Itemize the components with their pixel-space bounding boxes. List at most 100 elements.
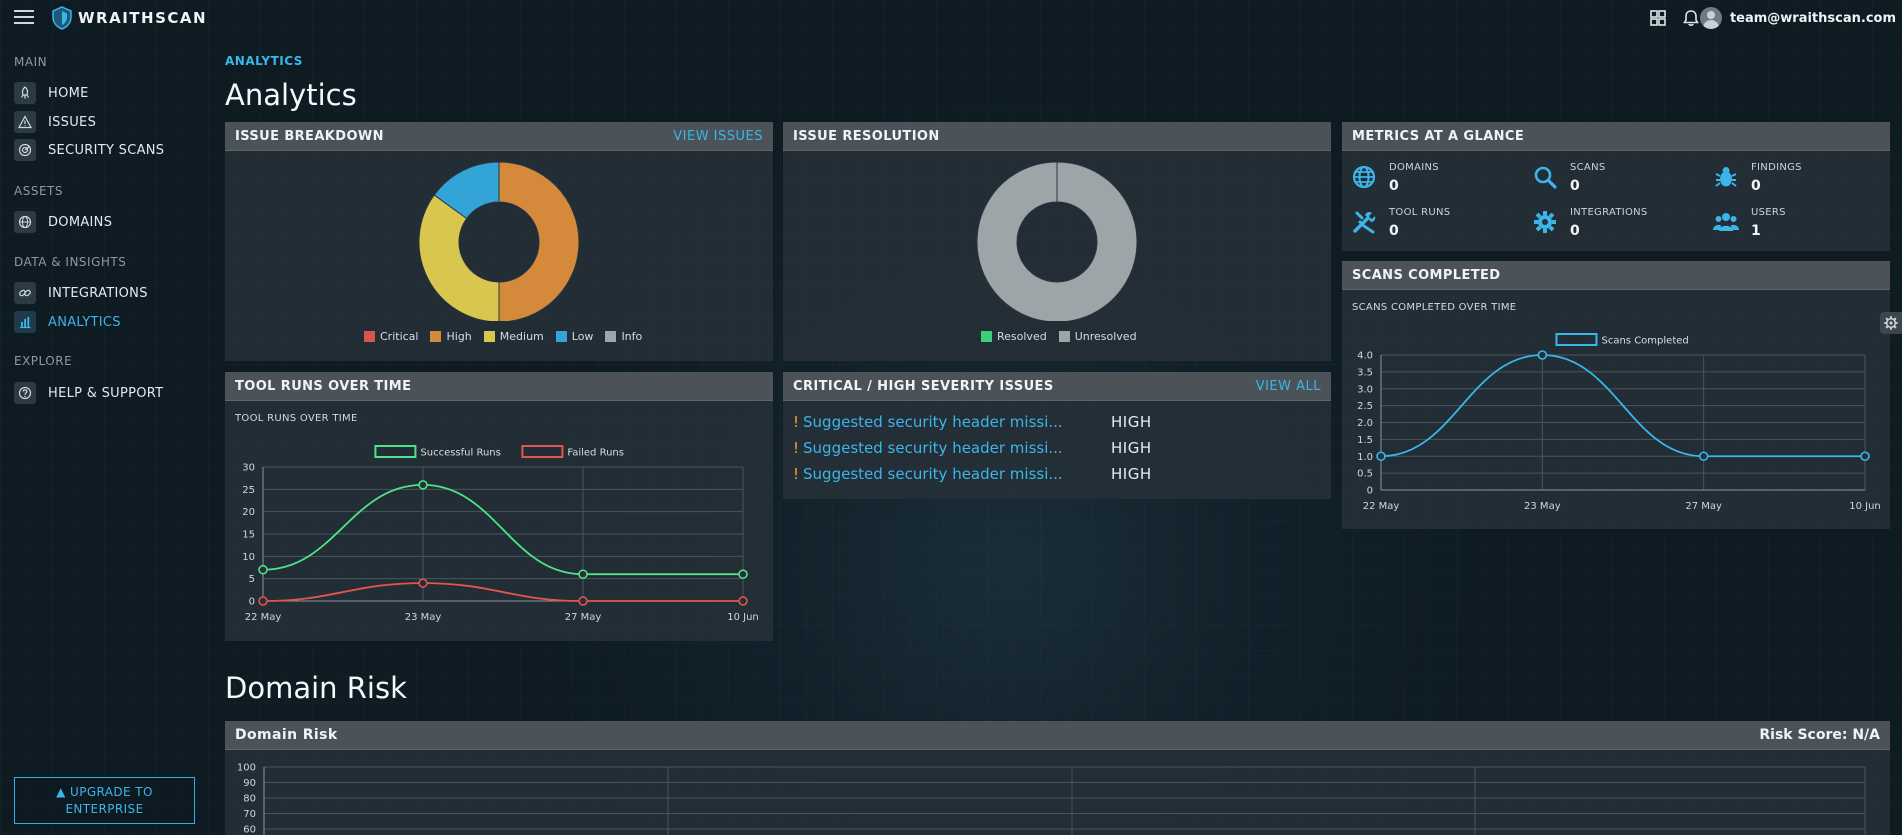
- donut-slice-unresolved: [976, 161, 1138, 321]
- user-menu[interactable]: team@wraithscan.com: [1699, 6, 1896, 30]
- legend-item-unresolved[interactable]: Unresolved: [1058, 330, 1137, 343]
- legend-label: High: [446, 330, 472, 343]
- question-icon: [14, 382, 36, 404]
- upgrade-label-line2: ENTERPRISE: [65, 801, 144, 816]
- legend-item-low[interactable]: Low: [555, 330, 594, 343]
- legend-item-failed-runs[interactable]: Failed Runs: [521, 445, 624, 459]
- app: WRAITHSCAN team@wraithscan.com MAIN HOME: [0, 0, 1902, 835]
- legend-swatch: [605, 331, 617, 342]
- nav-section-assets: ASSETS: [14, 184, 63, 198]
- x-tick-label: 10 Jun: [727, 612, 759, 623]
- metric-label: FINDINGS: [1751, 162, 1802, 173]
- x-tick-label: 27 May: [565, 612, 602, 623]
- data-point: [738, 596, 748, 606]
- critical-issues-panel: CRITICAL / HIGH SEVERITY ISSUES VIEW ALL…: [783, 372, 1331, 499]
- data-point: [418, 480, 428, 490]
- issue-resolution-donut: [976, 161, 1138, 321]
- nav-section-explore: EXPLORE: [14, 354, 73, 368]
- page-title: Analytics: [225, 78, 357, 112]
- view-all-link[interactable]: VIEW ALL: [1256, 379, 1321, 394]
- issue-severity: HIGH: [1111, 439, 1152, 457]
- data-point: [1860, 451, 1870, 462]
- sidebar-item-label: HOME: [48, 85, 89, 101]
- legend-item-medium[interactable]: Medium: [483, 330, 544, 343]
- data-point: [258, 564, 268, 575]
- x-tick-label: 27 May: [1685, 501, 1722, 512]
- upgrade-label-line1: UPGRADE TO: [70, 784, 153, 799]
- sidebar-item-analytics[interactable]: ANALYTICS: [14, 310, 194, 334]
- legend-label: Critical: [380, 330, 419, 343]
- issue-resolution-legend: Resolved Unresolved: [981, 330, 1137, 343]
- domain-risk-heading: Domain Risk: [225, 671, 407, 705]
- data-point: [738, 569, 748, 579]
- legend-swatch: [430, 331, 442, 342]
- legend-label: Unresolved: [1074, 330, 1137, 343]
- legend-label: Low: [571, 330, 594, 343]
- bell-icon[interactable]: [1681, 8, 1701, 28]
- legend-item-successful-runs[interactable]: Successful Runs: [374, 445, 501, 459]
- legend-item-high[interactable]: High: [430, 330, 472, 343]
- user-email: team@wraithscan.com: [1729, 10, 1896, 26]
- legend-item-resolved[interactable]: Resolved: [981, 330, 1047, 343]
- scans-completed-panel: SCANS COMPLETED SCANS COMPLETED OVER TIM…: [1342, 261, 1890, 529]
- metric-label: USERS: [1751, 207, 1786, 218]
- tool-runs-chart: 0 5 10 15 20 25 30 22 May 23 May 27 May 10 Jun Succ…: [242, 445, 759, 623]
- legend-label: Info: [621, 330, 643, 343]
- issue-row: ! Suggested security header missi... HIG…: [793, 412, 1313, 432]
- issue-title-link[interactable]: Suggested security header missi...: [803, 465, 1111, 483]
- settings-gear-button[interactable]: [1880, 312, 1902, 334]
- sidebar-item-security-scans[interactable]: SECURITY SCANS: [14, 138, 194, 162]
- data-point: [418, 578, 428, 588]
- issue-breakdown-legend: Critical High Medium Low Info: [364, 330, 642, 343]
- nav-section-data-insights: DATA & INSIGHTS: [14, 255, 127, 269]
- data-point: [1537, 350, 1548, 360]
- donut-slice-medium: [418, 194, 500, 321]
- metric-label: TOOL RUNS: [1389, 207, 1451, 218]
- issue-row: ! Suggested security header missi... HIG…: [793, 464, 1313, 484]
- panel-header: CRITICAL / HIGH SEVERITY ISSUES VIEW ALL: [783, 372, 1331, 401]
- y-tick-label: 5: [249, 574, 255, 585]
- apps-grid-icon[interactable]: [1648, 8, 1668, 28]
- sidebar-item-home[interactable]: HOME: [14, 81, 194, 105]
- sidebar-item-label: ISSUES: [48, 114, 97, 130]
- issue-title-link[interactable]: Suggested security header missi...: [803, 413, 1111, 431]
- upgrade-enterprise-button[interactable]: ▲ UPGRADE TO ENTERPRISE: [14, 777, 195, 824]
- legend-label: Resolved: [997, 330, 1047, 343]
- tool-runs-panel: TOOL RUNS OVER TIME TOOL RUNS OVER TIME …: [225, 372, 773, 641]
- legend-item-critical[interactable]: Critical: [364, 330, 418, 343]
- x-tick-label: 10 Jun: [1849, 501, 1881, 512]
- legend-swatch: [981, 331, 992, 342]
- y-tick-label: 80: [243, 794, 256, 805]
- link-icon: [14, 282, 36, 304]
- y-tick-label: 20: [242, 507, 255, 518]
- y-tick-label: 60: [243, 825, 256, 835]
- y-tick-label: 4.0: [1357, 351, 1373, 362]
- globe-icon: [14, 211, 36, 233]
- users-icon: [1713, 213, 1739, 231]
- legend-item-info[interactable]: Info: [605, 330, 642, 343]
- exclamation-icon: !: [793, 413, 800, 431]
- view-issues-link[interactable]: VIEW ISSUES: [673, 129, 763, 144]
- panel-header: ISSUE RESOLUTION: [783, 122, 1331, 151]
- y-tick-label: 3.5: [1357, 367, 1373, 378]
- issue-title-link[interactable]: Suggested security header missi...: [803, 439, 1111, 457]
- metric-label: SCANS: [1570, 162, 1606, 173]
- metric-users: USERS 1: [1713, 205, 1883, 245]
- menu-icon[interactable]: [14, 10, 34, 24]
- x-tick-label: 22 May: [245, 612, 282, 623]
- sidebar-item-issues[interactable]: ISSUES: [14, 110, 194, 134]
- metric-domains: DOMAINS 0: [1351, 160, 1521, 200]
- metric-integrations: INTEGRATIONS 0: [1532, 205, 1702, 245]
- metric-value: 0: [1389, 223, 1399, 239]
- sidebar-item-integrations[interactable]: INTEGRATIONS: [14, 281, 194, 305]
- sidebar-item-label: HELP & SUPPORT: [48, 385, 164, 401]
- legend-item-scans-completed[interactable]: Scans Completed: [1555, 333, 1689, 347]
- issue-severity: HIGH: [1111, 413, 1152, 431]
- metric-label: DOMAINS: [1389, 162, 1439, 173]
- sidebar-item-help-support[interactable]: HELP & SUPPORT: [14, 381, 194, 405]
- data-point: [1376, 451, 1386, 462]
- scans-completed-chart: 0 0.5 1.0 1.5 2.0 2.5 3.0 3.5 4.0 22 May 23 May 27 …: [1357, 333, 1881, 512]
- sidebar-item-domains[interactable]: DOMAINS: [14, 210, 194, 234]
- issue-severity: HIGH: [1111, 465, 1152, 483]
- breadcrumb[interactable]: ANALYTICS: [225, 54, 303, 68]
